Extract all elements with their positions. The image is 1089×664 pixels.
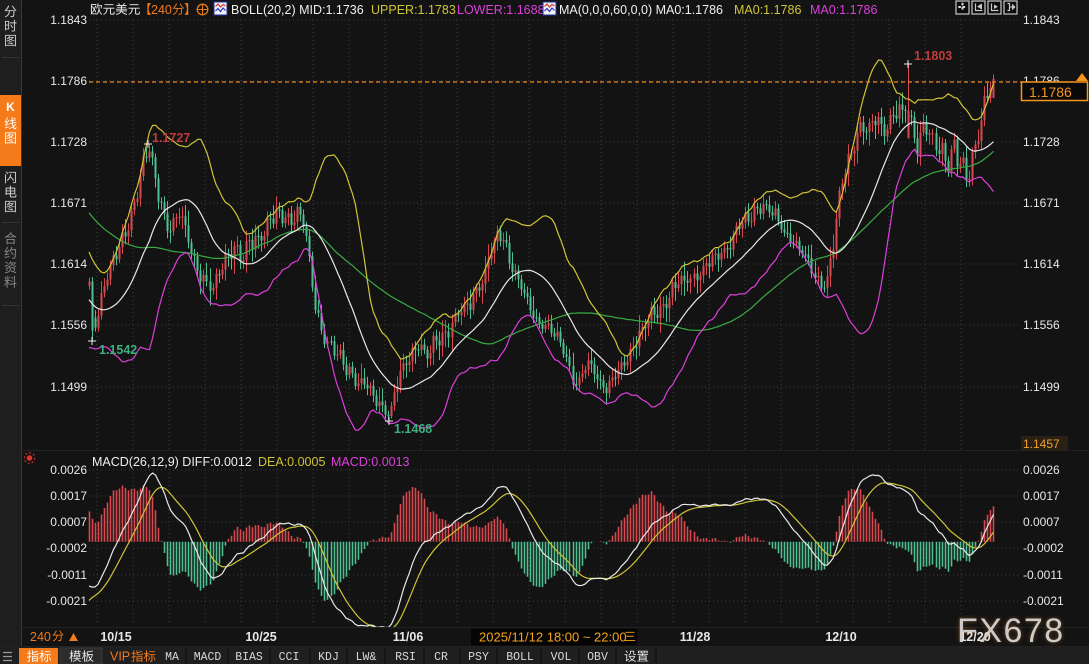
svg-text:OBV: OBV	[587, 651, 608, 664]
svg-text:LOWER:1.1688: LOWER:1.1688	[457, 3, 545, 17]
svg-text:1.1499: 1.1499	[50, 380, 87, 394]
svg-text:1.1728: 1.1728	[1023, 135, 1060, 149]
svg-text:K: K	[6, 100, 15, 114]
svg-text:KDJ: KDJ	[318, 651, 339, 664]
svg-text:-0.0021: -0.0021	[46, 594, 87, 608]
svg-text:11/06: 11/06	[393, 630, 424, 644]
svg-text:1.1556: 1.1556	[50, 318, 87, 332]
svg-text:BOLL(20,2) MID:1.1736: BOLL(20,2) MID:1.1736	[231, 3, 364, 17]
svg-text:2025/11/12 18:00 ~ 22:00: 2025/11/12 18:00 ~ 22:00	[479, 630, 627, 645]
svg-text:MA(0,0,0,60,0,0) MA0:1.1786: MA(0,0,0,60,0,0) MA0:1.1786	[559, 3, 723, 17]
svg-text:0.0007: 0.0007	[50, 515, 87, 529]
svg-text:CCI: CCI	[279, 651, 300, 664]
svg-text:0.0026: 0.0026	[1023, 463, 1060, 477]
svg-text:1.1786: 1.1786	[1029, 84, 1072, 100]
svg-text:BOLL: BOLL	[506, 651, 534, 664]
svg-text:RSI: RSI	[395, 651, 416, 664]
svg-text:MA0:1.1786: MA0:1.1786	[734, 3, 801, 17]
svg-text:MACD: MACD	[194, 651, 222, 664]
svg-text:BIAS: BIAS	[235, 651, 263, 664]
svg-text:0.0007: 0.0007	[1023, 515, 1060, 529]
svg-text:1.1499: 1.1499	[1023, 380, 1060, 394]
svg-text:11/28: 11/28	[680, 630, 711, 644]
svg-text:FX678: FX678	[957, 612, 1065, 650]
svg-text:1.1671: 1.1671	[1023, 196, 1060, 210]
svg-text:1.1843: 1.1843	[50, 13, 87, 27]
svg-text:1.1728: 1.1728	[50, 135, 87, 149]
svg-text:LW&: LW&	[356, 651, 377, 664]
svg-text:-0.0002: -0.0002	[46, 541, 87, 555]
svg-text:12/10: 12/10	[825, 630, 856, 644]
svg-text:VOL: VOL	[551, 651, 572, 664]
svg-text:UPPER:1.1783: UPPER:1.1783	[371, 3, 456, 17]
svg-text:240: 240	[30, 630, 51, 644]
svg-text:0.0017: 0.0017	[1023, 489, 1060, 503]
svg-text:0.0026: 0.0026	[50, 463, 87, 477]
svg-text:10/25: 10/25	[245, 630, 276, 644]
svg-text:240: 240	[151, 3, 172, 17]
svg-text:PSY: PSY	[468, 651, 489, 664]
svg-text:MA0:1.1786: MA0:1.1786	[810, 3, 877, 17]
svg-text:VIP: VIP	[110, 650, 130, 664]
svg-text:-0.0002: -0.0002	[1023, 541, 1064, 555]
svg-text:1.1843: 1.1843	[1023, 13, 1060, 27]
svg-text:MACD(26,12,9) DIFF:0.0012: MACD(26,12,9) DIFF:0.0012	[92, 455, 252, 469]
svg-text:-0.0011: -0.0011	[1023, 568, 1063, 582]
svg-text:1.1468: 1.1468	[394, 422, 432, 436]
svg-text:1.1457: 1.1457	[1023, 437, 1060, 451]
svg-text:1.1542: 1.1542	[99, 343, 137, 357]
svg-text:10/15: 10/15	[100, 630, 131, 644]
svg-text:0.0017: 0.0017	[50, 489, 87, 503]
svg-text:1.1803: 1.1803	[914, 49, 952, 63]
svg-text:MACD:0.0013: MACD:0.0013	[331, 455, 410, 469]
svg-text:MA: MA	[165, 651, 179, 664]
svg-text:CR: CR	[434, 651, 448, 664]
svg-text:1.1671: 1.1671	[50, 196, 87, 210]
svg-text:1.1614: 1.1614	[1023, 257, 1060, 271]
svg-text:-0.0011: -0.0011	[47, 568, 87, 582]
svg-text:1.1727: 1.1727	[152, 131, 190, 145]
svg-text:1.1614: 1.1614	[50, 257, 87, 271]
svg-text:-0.0021: -0.0021	[1023, 594, 1064, 608]
svg-text:DEA:0.0005: DEA:0.0005	[258, 455, 325, 469]
svg-text:1.1786: 1.1786	[50, 74, 87, 88]
svg-text:1.1556: 1.1556	[1023, 318, 1060, 332]
